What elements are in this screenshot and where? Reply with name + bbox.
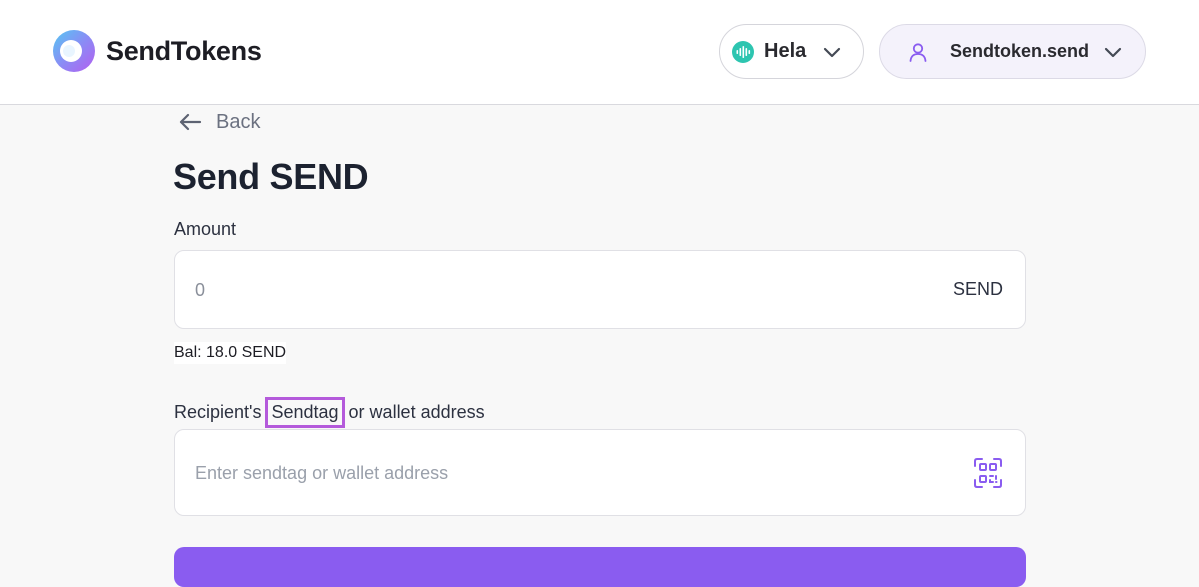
amount-label: Amount xyxy=(174,219,237,239)
recipient-label-suffix: or wallet address xyxy=(343,402,485,422)
token-symbol: SEND xyxy=(952,279,1003,299)
recipient-input[interactable] xyxy=(195,461,935,485)
amount-field[interactable]: SEND xyxy=(174,250,1026,329)
network-icon xyxy=(732,40,754,63)
account-label: Sendtoken.send xyxy=(950,41,1090,61)
back-label: Back xyxy=(216,110,261,133)
network-label: Hela xyxy=(764,40,807,62)
chevron-down-icon xyxy=(824,47,841,57)
brand-name: SendTokens xyxy=(106,35,262,66)
network-selector[interactable]: Hela xyxy=(719,24,864,79)
continue-button[interactable] xyxy=(174,547,1026,587)
amount-input[interactable] xyxy=(195,278,895,302)
account-selector[interactable]: Sendtoken.send xyxy=(879,24,1146,79)
arrow-left-icon xyxy=(179,113,202,131)
balance-text: Bal: 18.0 SEND xyxy=(174,342,287,364)
back-link[interactable]: Back xyxy=(178,110,260,134)
top-bar: SendTokens Hela Sendtoken.send xyxy=(0,0,1199,105)
page-title: Send SEND xyxy=(173,156,369,197)
chevron-down-icon xyxy=(1104,47,1122,57)
user-icon xyxy=(909,42,927,62)
recipient-field[interactable] xyxy=(174,429,1026,516)
sendtokens-logo-icon xyxy=(53,30,95,72)
recipient-label-prefix: Recipient's xyxy=(174,402,267,422)
qr-scan-icon[interactable] xyxy=(973,457,1003,489)
sendtag-highlight: Sendtag xyxy=(265,397,345,428)
recipient-label: Recipient's Sendtag or wallet address xyxy=(174,397,485,428)
brand-logo[interactable]: SendTokens xyxy=(52,29,262,73)
